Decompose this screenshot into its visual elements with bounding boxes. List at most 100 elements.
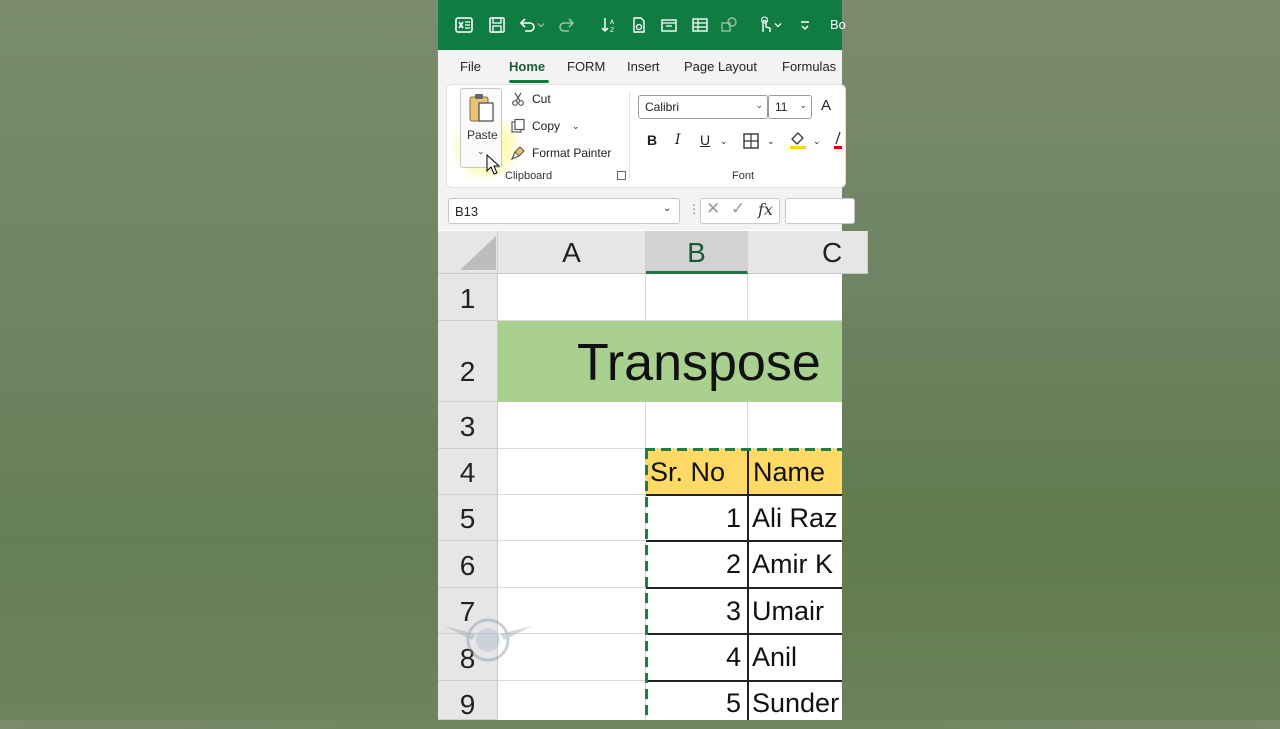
chevron-down-icon[interactable] — [771, 0, 785, 50]
cell-border — [747, 449, 749, 720]
insert-function-button[interactable]: fx — [758, 200, 773, 219]
bold-button[interactable]: B — [647, 132, 657, 148]
redo-icon[interactable] — [554, 0, 580, 50]
select-all-triangle — [460, 236, 496, 270]
cell-border — [646, 540, 842, 542]
group-separator — [629, 92, 630, 180]
more-options-icon: ⋮ — [688, 202, 700, 216]
font-group-label: Font — [732, 170, 755, 182]
cancel-icon[interactable]: ✕ — [706, 199, 720, 219]
svg-text:Z: Z — [610, 27, 614, 34]
column-header-c[interactable]: C — [748, 231, 868, 274]
copy-label: Copy — [532, 119, 561, 133]
table-icon[interactable] — [687, 0, 713, 50]
cell-border — [646, 494, 842, 496]
row-header-3[interactable]: 3 — [438, 402, 498, 449]
title-bar: AZ Bo — [438, 0, 846, 50]
row-header-4[interactable]: 4 — [438, 449, 498, 495]
name-cell[interactable]: Amir K — [752, 549, 842, 580]
italic-button[interactable]: I — [675, 132, 681, 148]
document-title: Bo — [830, 17, 846, 32]
shapes-icon[interactable] — [716, 0, 742, 50]
sr-cell[interactable]: 3 — [646, 596, 747, 627]
channel-logo-watermark — [444, 618, 532, 662]
sort-icon[interactable]: AZ — [596, 0, 622, 50]
formula-input[interactable] — [785, 198, 855, 224]
chevron-down-icon[interactable]: ⌄ — [813, 136, 821, 147]
name-box[interactable]: B13 — [448, 198, 680, 224]
sr-cell[interactable]: 2 — [646, 549, 747, 580]
chevron-down-icon[interactable]: ⌄ — [767, 136, 775, 147]
scissors-icon — [512, 92, 524, 106]
format-painter-button[interactable]: Format Painter — [510, 145, 611, 161]
header-cell-name[interactable]: Name — [749, 449, 842, 494]
row-header-5[interactable]: 5 — [438, 495, 498, 541]
fill-color-icon[interactable] — [788, 130, 808, 150]
borders-icon[interactable] — [742, 132, 760, 150]
row-header-1[interactable]: 1 — [438, 274, 498, 321]
cut-label: Cut — [532, 92, 551, 106]
sr-cell[interactable]: 1 — [646, 503, 747, 534]
tab-formulas[interactable]: Formulas — [782, 59, 836, 74]
chevron-down-icon[interactable]: ⌄ — [663, 203, 671, 214]
confirm-icon[interactable]: ✓ — [731, 199, 745, 219]
paste-icon — [469, 94, 494, 122]
copy-button[interactable]: Copy ⌄ — [510, 118, 580, 134]
underline-button[interactable]: U — [700, 132, 710, 148]
save-icon[interactable] — [484, 0, 510, 50]
name-cell[interactable]: Ali Raz — [752, 503, 842, 534]
tab-file[interactable]: File — [460, 59, 481, 74]
name-box-value: B13 — [455, 204, 479, 219]
row-header-9[interactable]: 9 — [438, 681, 498, 720]
sr-cell[interactable]: 5 — [646, 688, 747, 719]
chevron-down-icon[interactable]: ⌄ — [720, 136, 728, 147]
copy-selection-marquee — [645, 448, 842, 451]
tab-insert[interactable]: Insert — [627, 59, 660, 74]
sr-cell[interactable]: 4 — [646, 642, 747, 673]
font-family-value: Calibri — [645, 100, 680, 114]
font-family-select[interactable]: Calibri ⌄ — [638, 95, 768, 119]
increase-font-size-icon[interactable]: A — [821, 97, 831, 114]
paintbrush-icon — [510, 146, 525, 161]
column-header-b[interactable]: B — [646, 231, 748, 274]
copy-selection-marquee — [645, 449, 648, 720]
background-left — [0, 0, 438, 720]
column-header-a[interactable]: A — [498, 231, 646, 274]
chevron-down-icon[interactable] — [534, 0, 548, 50]
form-icon[interactable] — [656, 0, 682, 50]
cell-border — [646, 587, 842, 589]
tab-home[interactable]: Home — [509, 59, 545, 74]
chevron-down-icon: ⌄ — [755, 100, 763, 110]
svg-text:A: A — [610, 19, 615, 26]
font-size-select[interactable]: 11 ⌄ — [768, 95, 812, 119]
sheet-title-cell[interactable]: Transpose — [577, 333, 821, 393]
dialog-launcher-icon[interactable] — [617, 171, 626, 180]
font-color-icon[interactable] — [832, 130, 842, 150]
chevron-down-icon[interactable]: ⌄ — [572, 121, 580, 132]
chevron-down-icon: ⌄ — [799, 100, 807, 110]
cut-button[interactable]: Cut — [510, 91, 551, 107]
print-preview-icon[interactable] — [626, 0, 652, 50]
tab-form[interactable]: FORM — [567, 59, 605, 74]
name-cell[interactable]: Umair — [752, 596, 842, 627]
chevron-down-icon[interactable]: ⌄ — [477, 146, 485, 157]
format-painter-label: Format Painter — [532, 146, 612, 160]
paste-label: Paste — [467, 128, 498, 142]
name-cell[interactable]: Anil — [752, 642, 842, 673]
tab-page-layout[interactable]: Page Layout — [684, 59, 757, 74]
clipboard-group-label: Clipboard — [505, 170, 553, 182]
name-cell[interactable]: Sunder — [752, 688, 842, 719]
active-tab-indicator — [509, 80, 549, 83]
font-size-value: 11 — [775, 100, 788, 114]
cell-border — [646, 633, 842, 635]
ribbon-tabs: File Home FORM Insert Page Layout Formul… — [438, 50, 842, 84]
customize-qat-icon[interactable] — [796, 0, 814, 50]
excel-logo-icon — [451, 0, 477, 50]
header-cell-sr-no[interactable]: Sr. No — [646, 449, 747, 494]
cell-border — [646, 680, 842, 682]
copy-icon — [511, 118, 525, 133]
row-header-2[interactable]: 2 — [438, 321, 498, 402]
row-header-6[interactable]: 6 — [438, 541, 498, 588]
mouse-pointer-icon — [486, 154, 501, 175]
background-right — [842, 0, 1280, 720]
